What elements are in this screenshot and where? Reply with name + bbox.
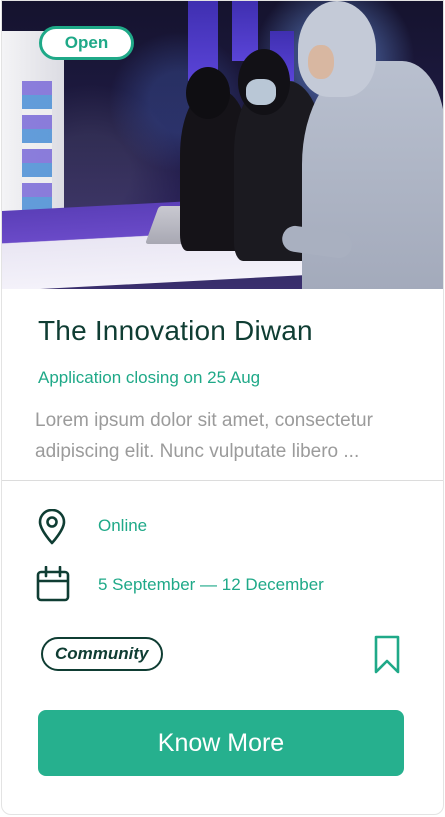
closing-date-text: Application closing on 25 Aug: [38, 368, 261, 387]
photo-person: [308, 45, 334, 79]
event-card[interactable]: Open The Innovation Diwan Application cl…: [1, 0, 444, 815]
calendar-icon: [36, 566, 70, 602]
divider: [2, 480, 443, 481]
photo-person: [186, 67, 230, 119]
event-photo: Open: [2, 1, 443, 289]
photo-person: [246, 79, 276, 105]
event-title: The Innovation Diwan: [38, 315, 313, 346]
dates-text: 5 September — 12 December: [98, 575, 324, 594]
status-badge: Open: [39, 26, 134, 60]
bookmark-icon[interactable]: [374, 635, 400, 680]
location-pin-icon: [36, 509, 68, 545]
location-row: [36, 509, 68, 545]
know-more-button[interactable]: Know More: [38, 710, 404, 776]
photo-person: [298, 1, 376, 97]
category-tag: Community: [41, 637, 163, 671]
location-text: Online: [98, 516, 148, 535]
dates-row: [36, 566, 70, 602]
event-description: Lorem ipsum dolor sit amet, consectetur …: [35, 410, 373, 462]
